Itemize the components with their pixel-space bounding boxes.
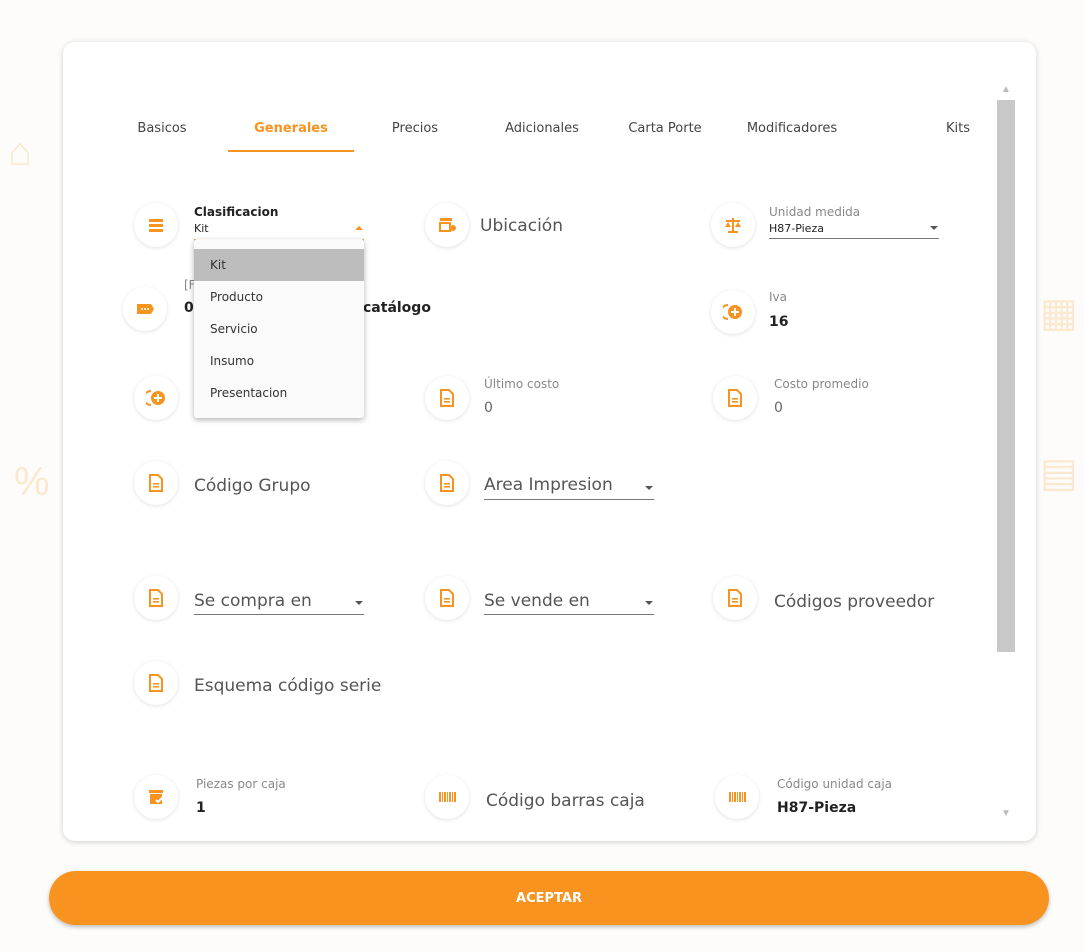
document-icon <box>425 376 469 420</box>
document-icon <box>134 461 178 505</box>
accept-button[interactable]: ACEPTAR <box>49 871 1049 925</box>
ultimo-costo-value: 0 <box>484 400 493 416</box>
se-compra-en-underline <box>194 614 364 615</box>
codigo-unidad-caja-label: Código unidad caja <box>777 777 893 791</box>
document-icon <box>425 576 469 620</box>
tab-carta-porte[interactable]: Carta Porte <box>620 112 710 152</box>
document-icon <box>134 576 178 620</box>
document-icon <box>713 376 757 420</box>
codigo-unidad-caja-value[interactable]: H87-Pieza <box>777 800 856 816</box>
unidad-medida-caret-icon[interactable] <box>930 226 938 230</box>
area-impresion-underline <box>484 499 654 500</box>
store-location-icon <box>425 203 469 247</box>
barcode-icon <box>715 775 759 819</box>
se-compra-en-caret-icon[interactable] <box>355 601 363 605</box>
add-circle-icon <box>711 290 755 334</box>
document-icon <box>425 461 469 505</box>
iva-label: Iva <box>769 290 787 304</box>
background-pattern-icon: ▤ <box>1040 451 1078 495</box>
tab-generales[interactable]: Generales <box>228 112 354 152</box>
iva-value[interactable]: 16 <box>769 314 788 330</box>
background-pattern-icon: ▦ <box>1040 291 1078 335</box>
dropdown-option-servicio[interactable]: Servicio <box>194 313 364 345</box>
background-pattern-icon: % <box>14 460 50 504</box>
esquema-codigo-serie-label[interactable]: Esquema código serie <box>194 676 381 696</box>
scrollbar-thumb[interactable] <box>997 100 1015 652</box>
codigo-grupo-label[interactable]: Código Grupo <box>194 476 311 496</box>
piezas-por-caja-label: Piezas por caja <box>196 777 286 791</box>
tab-basicos[interactable]: Basicos <box>127 112 197 152</box>
scroll-down-icon[interactable]: ▼ <box>1001 808 1011 819</box>
add-circle-icon <box>134 376 178 420</box>
area-impresion-label[interactable]: Area Impresion <box>484 475 613 495</box>
se-vende-en-caret-icon[interactable] <box>645 601 653 605</box>
se-vende-en-label[interactable]: Se vende en <box>484 591 590 611</box>
scroll-up-icon[interactable]: ▲ <box>1001 84 1011 95</box>
costo-promedio-label: Costo promedio <box>774 377 869 391</box>
tab-bar: Basicos Generales Precios Adicionales Ca… <box>105 112 985 152</box>
document-icon <box>713 576 757 620</box>
unidad-medida-value[interactable]: H87-Pieza <box>769 222 824 235</box>
dropdown-option-presentacion[interactable]: Presentacion <box>194 377 364 409</box>
dropdown-option-kit[interactable]: Kit <box>194 249 364 281</box>
clave-sat-value-prefix[interactable]: 0 <box>184 300 194 316</box>
document-icon <box>134 661 178 705</box>
se-vende-en-underline <box>484 614 654 615</box>
box-check-icon <box>134 775 178 819</box>
tab-precios[interactable]: Precios <box>375 112 455 152</box>
unidad-medida-label: Unidad medida <box>769 205 861 219</box>
tab-adicionales[interactable]: Adicionales <box>492 112 592 152</box>
dropdown-option-producto[interactable]: Producto <box>194 281 364 313</box>
unidad-medida-underline <box>769 238 939 239</box>
se-compra-en-label[interactable]: Se compra en <box>194 591 312 611</box>
costo-promedio-value: 0 <box>774 400 783 416</box>
tab-modificadores[interactable]: Modificadores <box>737 112 847 152</box>
codigo-barras-caja-label[interactable]: Código barras caja <box>486 791 645 811</box>
clave-sat-value-suffix[interactable]: catálogo <box>363 300 431 316</box>
vertical-scrollbar[interactable]: ▲ ▼ <box>997 82 1015 827</box>
tag-icon <box>123 287 167 331</box>
tab-kits[interactable]: Kits <box>935 112 981 152</box>
clasificacion-caret-icon[interactable] <box>355 226 363 230</box>
area-impresion-caret-icon[interactable] <box>645 486 653 490</box>
clasificacion-dropdown-menu: Kit Producto Servicio Insumo Presentacio… <box>194 239 364 418</box>
barcode-icon <box>425 775 469 819</box>
dropdown-option-insumo[interactable]: Insumo <box>194 345 364 377</box>
background-pattern-icon: ⌂ <box>8 130 33 174</box>
clasificacion-value[interactable]: Kit <box>194 222 209 235</box>
ultimo-costo-label: Último costo <box>484 377 560 391</box>
list-icon <box>134 203 178 247</box>
ubicacion-label[interactable]: Ubicación <box>480 216 563 236</box>
piezas-por-caja-value[interactable]: 1 <box>196 800 206 816</box>
codigos-proveedor-label[interactable]: Códigos proveedor <box>774 592 934 612</box>
scale-icon <box>711 203 755 247</box>
clasificacion-label: Clasificacion <box>194 205 279 219</box>
product-form-card: Basicos Generales Precios Adicionales Ca… <box>63 42 1036 841</box>
